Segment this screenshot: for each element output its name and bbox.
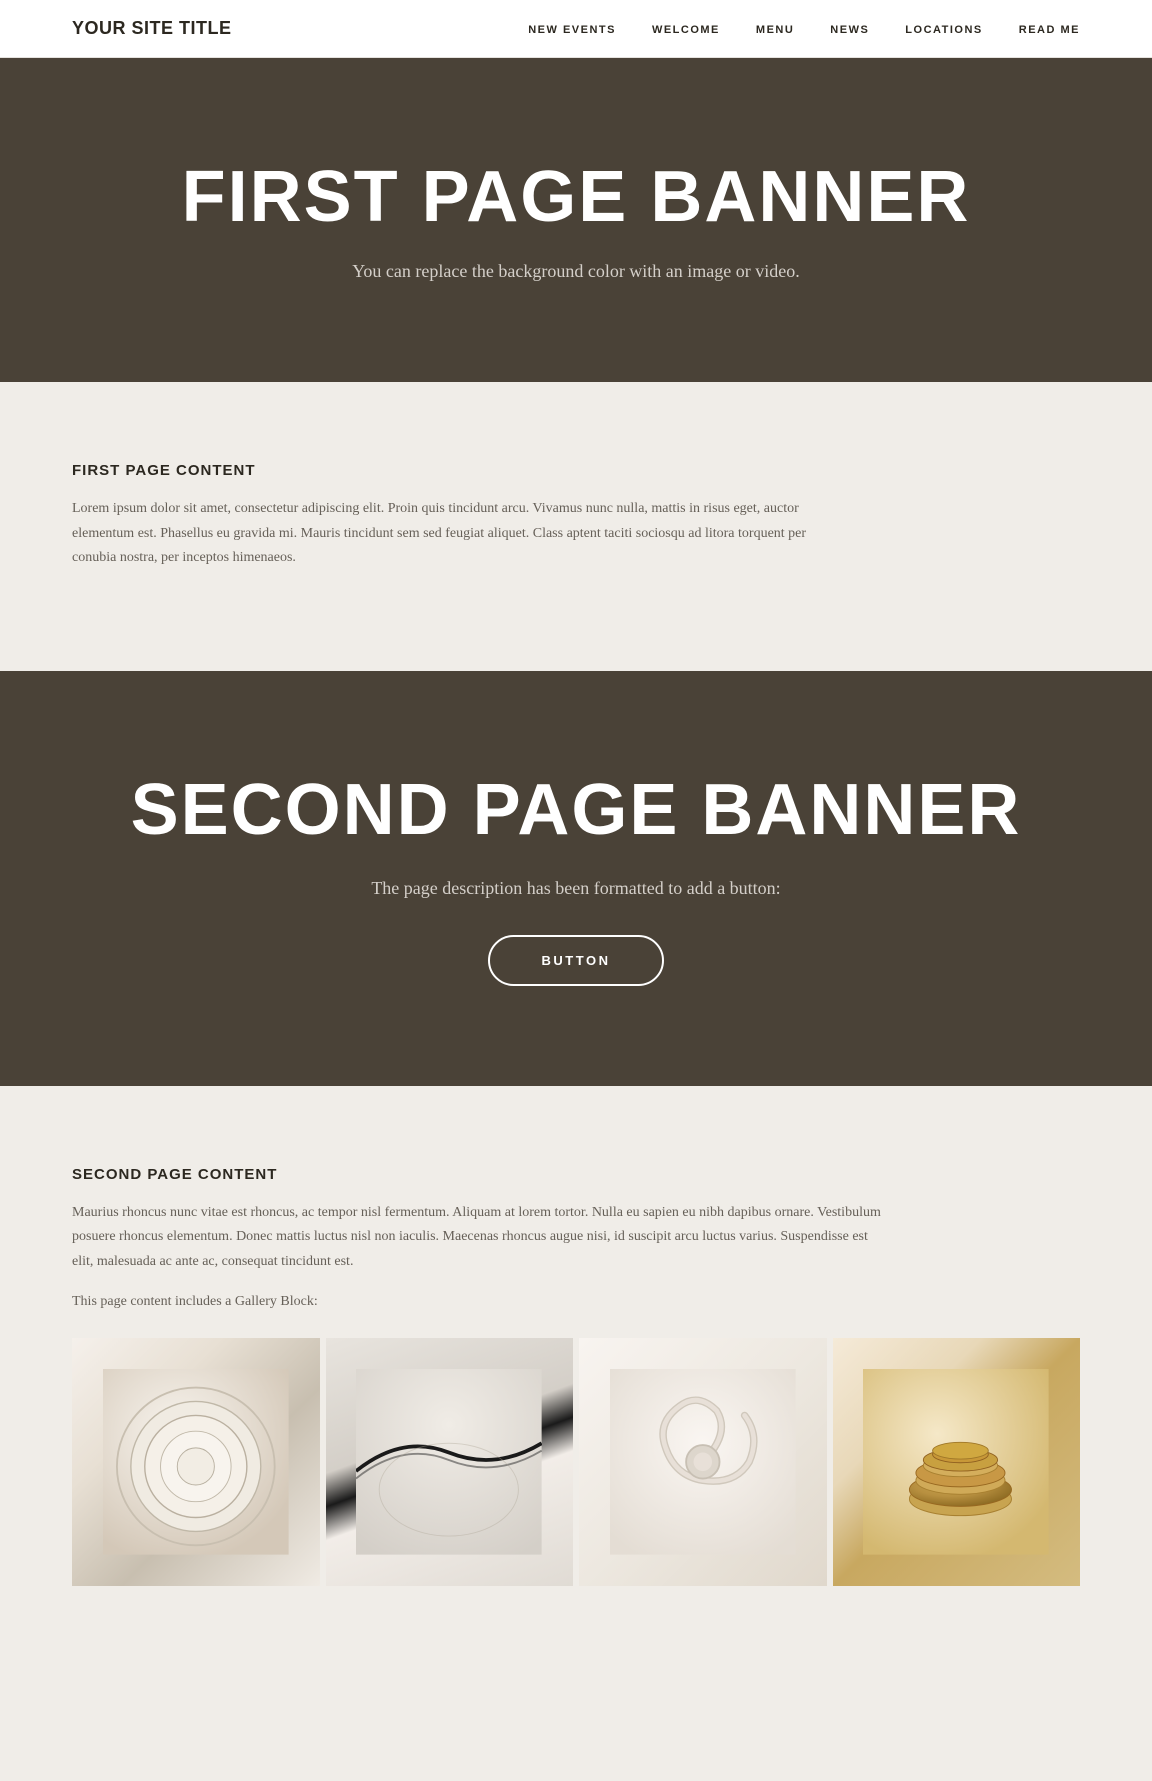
nav-news[interactable]: News <box>830 24 869 36</box>
first-banner-description: You can replace the background color wit… <box>120 261 1032 282</box>
banner-button[interactable]: Button <box>488 935 665 986</box>
first-banner-heading: First Page Banner <box>120 158 1032 237</box>
second-content-section: Second Page Content Maurius rhoncus nunc… <box>0 1086 1152 1646</box>
nav-welcome[interactable]: Welcome <box>652 24 720 36</box>
first-content-heading: First Page Content <box>72 462 1080 479</box>
second-banner-heading: Second Page Banner <box>120 771 1032 850</box>
nav-read-me[interactable]: Read Me <box>1019 24 1080 36</box>
second-banner: Second Page Banner The page description … <box>0 671 1152 1086</box>
navigation: Your Site Title New Events Welcome Menu … <box>0 0 1152 58</box>
gallery-item[interactable] <box>579 1338 827 1586</box>
gallery-label: This page content includes a Gallery Blo… <box>72 1294 1080 1310</box>
nav-new-events[interactable]: New Events <box>528 24 616 36</box>
second-content-body: Maurius rhoncus nunc vitae est rhoncus, … <box>72 1201 892 1275</box>
gallery <box>72 1338 1080 1586</box>
nav-links: New Events Welcome Menu News Locations R… <box>528 20 1080 38</box>
second-content-heading: Second Page Content <box>72 1166 1080 1183</box>
first-content-body: Lorem ipsum dolor sit amet, consectetur … <box>72 497 852 571</box>
second-banner-description: The page description has been formatted … <box>120 878 1032 899</box>
nav-locations[interactable]: Locations <box>905 24 982 36</box>
site-title: Your Site Title <box>72 18 232 39</box>
nav-menu[interactable]: Menu <box>756 24 794 36</box>
gallery-item[interactable] <box>326 1338 574 1586</box>
gallery-item[interactable] <box>833 1338 1081 1586</box>
first-banner: First Page Banner You can replace the ba… <box>0 58 1152 382</box>
gallery-item[interactable] <box>72 1338 320 1586</box>
first-content-section: First Page Content Lorem ipsum dolor sit… <box>0 382 1152 671</box>
